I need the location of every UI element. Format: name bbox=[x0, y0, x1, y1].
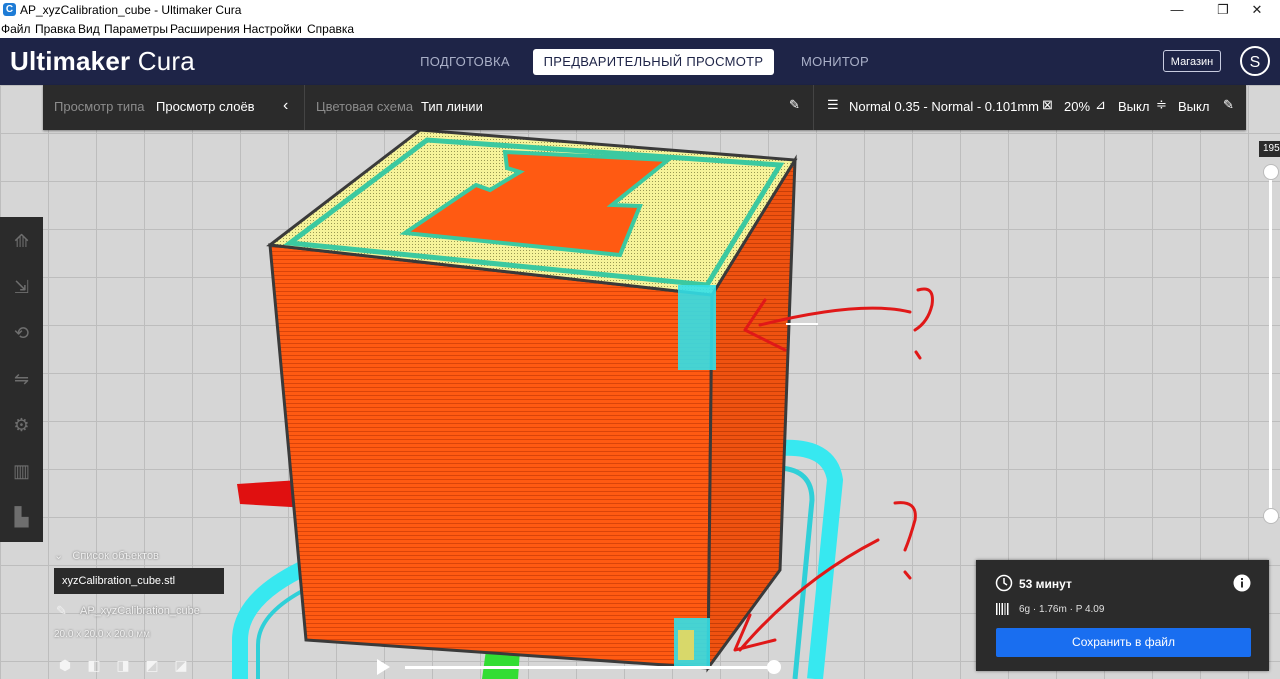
menu-file[interactable]: Файл bbox=[1, 22, 31, 36]
minimize-button[interactable]: — bbox=[1154, 0, 1200, 20]
marketplace-button[interactable]: Магазин bbox=[1163, 50, 1221, 72]
window-title: AP_xyzCalibration_cube - Ultimaker Cura bbox=[20, 3, 242, 17]
logo-thin-text: Cura bbox=[137, 46, 195, 76]
tab-prepare[interactable]: ПОДГОТОВКА bbox=[410, 49, 520, 75]
close-button[interactable]: ✕ bbox=[1234, 0, 1280, 20]
adhesion-value[interactable]: Выкл bbox=[1178, 99, 1209, 114]
divider bbox=[304, 85, 305, 130]
view-options-bar: Просмотр типа Просмотр слоёв ‹ Цветовая … bbox=[43, 85, 1246, 130]
menu-preferences[interactable]: Настройки bbox=[243, 22, 302, 36]
divider bbox=[813, 85, 814, 130]
move-tool-icon[interactable]: ⟰ bbox=[6, 223, 37, 259]
cube-front-face bbox=[268, 243, 714, 670]
object-list-title: Список объектов bbox=[72, 550, 159, 562]
model-dimensions: 20.0 x 20.0 x 20.0 мм bbox=[54, 629, 151, 640]
left-toolbar: ⟰ ⇲ ⟲ ⇋ ⚙ ▥ ▙ bbox=[0, 217, 43, 542]
title-bar: C AP_xyzCalibration_cube - Ultimaker Cur… bbox=[0, 0, 1280, 20]
play-simulation-button[interactable] bbox=[377, 659, 390, 675]
layer-slider-bottom-handle[interactable] bbox=[1263, 508, 1279, 524]
print-profile[interactable]: Normal 0.35 - Normal - 0.101mm bbox=[849, 99, 1039, 114]
current-layer-label: 195 bbox=[1259, 141, 1280, 157]
edit-job-name-icon[interactable]: ✎ bbox=[56, 603, 67, 619]
layer-slider-top-handle[interactable] bbox=[1263, 164, 1279, 180]
pencil-icon[interactable]: ✎ bbox=[1223, 97, 1234, 113]
menu-settings[interactable]: Параметры bbox=[104, 22, 168, 36]
right-view-icon[interactable]: ◪ bbox=[172, 657, 190, 675]
support-value[interactable]: Выкл bbox=[1118, 99, 1149, 114]
menu-edit[interactable]: Правка bbox=[35, 22, 76, 36]
adhesion-icon: ≑ bbox=[1156, 97, 1167, 112]
layer-view-icon[interactable]: ▙ bbox=[6, 499, 37, 535]
menu-help[interactable]: Справка bbox=[307, 22, 354, 36]
view-type-label: Просмотр типа bbox=[54, 99, 145, 114]
object-list-header[interactable]: ⌄ Список объектов bbox=[54, 549, 159, 562]
save-to-file-button[interactable]: Сохранить в файл bbox=[996, 628, 1251, 657]
logo-bold-text: Ultimaker bbox=[10, 46, 131, 76]
account-avatar[interactable]: S bbox=[1240, 46, 1270, 76]
info-icon[interactable] bbox=[1233, 574, 1251, 592]
color-scheme-label: Цветовая схема bbox=[316, 99, 414, 114]
infill-value[interactable]: 20% bbox=[1064, 99, 1090, 114]
material-usage: 6g · 1.76m · P 4.09 bbox=[1019, 604, 1105, 615]
rotate-tool-icon[interactable]: ⟲ bbox=[6, 315, 37, 351]
per-model-settings-icon[interactable]: ⚙ bbox=[6, 407, 37, 443]
app-header: Ultimaker Cura ПОДГОТОВКА ПРЕДВАРИТЕЛЬНЫ… bbox=[0, 38, 1280, 85]
ultimaker-cura-logo: Ultimaker Cura bbox=[10, 46, 195, 77]
filament-icon bbox=[996, 603, 1009, 615]
left-view-icon[interactable]: ◩ bbox=[143, 657, 161, 675]
pencil-icon[interactable]: ✎ bbox=[789, 97, 800, 113]
clock-icon bbox=[995, 574, 1013, 592]
corner-seam-bottom-detail bbox=[678, 630, 694, 660]
3d-view-icon[interactable]: ⬢ bbox=[56, 657, 74, 675]
collapse-chevron-icon[interactable]: ‹ bbox=[283, 97, 288, 115]
top-view-icon[interactable]: ◨ bbox=[114, 657, 132, 675]
infill-icon: ⊠ bbox=[1042, 97, 1053, 112]
path-slider-handle[interactable] bbox=[767, 660, 781, 674]
tab-monitor[interactable]: МОНИТОР bbox=[790, 49, 880, 75]
front-view-icon[interactable]: ◧ bbox=[85, 657, 103, 675]
path-slider-track[interactable] bbox=[405, 666, 775, 669]
corner-seam-top bbox=[678, 285, 716, 370]
support-blocker-icon[interactable]: ▥ bbox=[6, 453, 37, 489]
print-summary-panel: 53 минут 6g · 1.76m · P 4.09 Сохранить в… bbox=[976, 560, 1269, 671]
scale-tool-icon[interactable]: ⇲ bbox=[6, 269, 37, 305]
mirror-tool-icon[interactable]: ⇋ bbox=[6, 361, 37, 397]
layer-slider-track[interactable] bbox=[1269, 170, 1272, 516]
tab-preview[interactable]: ПРЕДВАРИТЕЛЬНЫЙ ПРОСМОТР bbox=[533, 49, 774, 75]
cura-app-icon: C bbox=[3, 3, 16, 16]
object-list-item[interactable]: xyzCalibration_cube.stl bbox=[54, 568, 224, 594]
print-time: 53 минут bbox=[1019, 577, 1072, 591]
menu-extensions[interactable]: Расширения bbox=[170, 22, 240, 36]
menu-view[interactable]: Вид bbox=[78, 22, 100, 36]
job-name[interactable]: AP_xyzCalibration_cube bbox=[80, 605, 200, 617]
view-type-dropdown[interactable]: Просмотр слоёв bbox=[156, 99, 255, 114]
skirt-inner-right bbox=[779, 465, 815, 679]
menu-bar: Файл Правка Вид Параметры Расширения Нас… bbox=[0, 20, 1280, 38]
support-icon: ⊿ bbox=[1095, 97, 1106, 112]
color-scheme-dropdown[interactable]: Тип линии bbox=[421, 99, 483, 114]
annotation-question-top bbox=[913, 287, 934, 360]
annotation-question-bottom bbox=[893, 501, 917, 580]
profile-icon: ☰ bbox=[827, 97, 839, 112]
